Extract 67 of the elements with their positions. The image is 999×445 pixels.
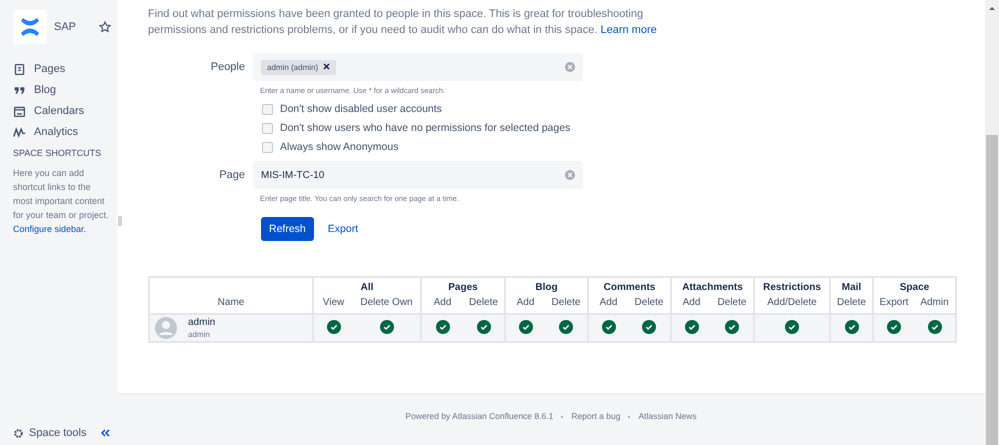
column-header: Delete [469, 297, 498, 308]
column-header: Delete [718, 297, 746, 308]
column-header: Delete Own [360, 297, 413, 308]
space-logo[interactable] [13, 10, 47, 44]
column-header: Add [682, 297, 700, 308]
shortcuts-text: Here you can add shortcut links to the most important content for your team or project. Configure sidebar. [13, 167, 109, 236]
export-link[interactable]: Export [328, 223, 358, 235]
column-header: Export [880, 297, 908, 308]
footer-link[interactable]: Report a bug [571, 411, 620, 445]
group-header: Pages [448, 282, 478, 293]
resize-handle[interactable] [118, 216, 122, 226]
gear-icon[interactable] [13, 428, 24, 438]
people-label: People [210, 61, 246, 73]
checkbox-label: Don't show users who have no permissions for selected pages [280, 122, 570, 134]
column-header: Add [434, 297, 452, 308]
column-header: Add [516, 297, 534, 308]
user-name[interactable]: admin [188, 317, 216, 328]
clear-icon[interactable] [565, 170, 575, 180]
group-header: Mail [842, 282, 862, 293]
sidebar-item[interactable]: Calendars [13, 103, 117, 119]
column-header: Admin [920, 297, 949, 308]
column-header: Name [218, 297, 244, 308]
configure-link[interactable]: Configure sidebar. [13, 224, 86, 234]
group-header: Restrictions [763, 282, 821, 293]
column-header: Add [600, 297, 618, 308]
column-header: Delete [837, 297, 866, 308]
calendar-icon [13, 104, 26, 118]
sidebar-item[interactable]: Analytics [13, 124, 117, 140]
intro-text: Find out what permissions have been granted to people in this space. This is great for troubleshooting permissions and restrictions problems, or if you need to audit who can do what in this space. Learn more [148, 7, 658, 38]
group-header: Comments [604, 282, 656, 293]
checkbox[interactable] [262, 104, 273, 114]
username: admin [188, 330, 211, 339]
people-field[interactable]: admin (admin) [253, 53, 583, 81]
checkbox-label: Don't show disabled user accounts [280, 103, 442, 115]
footer-text: Powered by Atlassian Confluence 8.6.1 [405, 411, 554, 423]
collapse-icon[interactable] [101, 429, 110, 437]
chart-line-icon [13, 126, 26, 138]
learn-more-link[interactable]: Learn more [600, 24, 657, 36]
sidebar-item[interactable]: Pages [13, 61, 117, 77]
column-header: Delete [552, 297, 580, 308]
refresh-button[interactable]: Refresh [261, 217, 314, 241]
remove-icon[interactable] [323, 62, 330, 70]
user-token: admin (admin) [261, 60, 336, 74]
group-header: All [360, 282, 374, 293]
scrollbar[interactable] [985, 0, 999, 445]
column-header: Add/Delete [767, 297, 817, 308]
footer-link[interactable]: Atlassian News [638, 411, 697, 445]
checkbox[interactable] [262, 122, 273, 134]
group-header: Space [900, 282, 930, 293]
separator-dot [628, 416, 630, 418]
star-icon[interactable] [99, 21, 111, 33]
space-name[interactable]: SAP [54, 21, 92, 33]
column-header: Delete [634, 297, 664, 308]
space-tools-link[interactable]: Space tools [29, 427, 86, 439]
separator-dot [561, 416, 564, 418]
avatar-icon [155, 317, 177, 339]
checkbox[interactable] [262, 142, 273, 152]
clear-icon[interactable] [565, 62, 575, 72]
section-heading: SPACE SHORTCUTS [13, 148, 102, 158]
checkbox-label: Always show Anonymous [280, 141, 398, 153]
column-header: View [322, 297, 344, 308]
page-label: Page [218, 169, 246, 181]
page-icon [13, 62, 26, 76]
group-header: Attachments [682, 282, 743, 293]
page-field[interactable]: MIS-IM-TC-10 [253, 161, 583, 189]
group-header: Blog [535, 282, 558, 293]
sidebar-item[interactable]: Blog [13, 82, 117, 98]
